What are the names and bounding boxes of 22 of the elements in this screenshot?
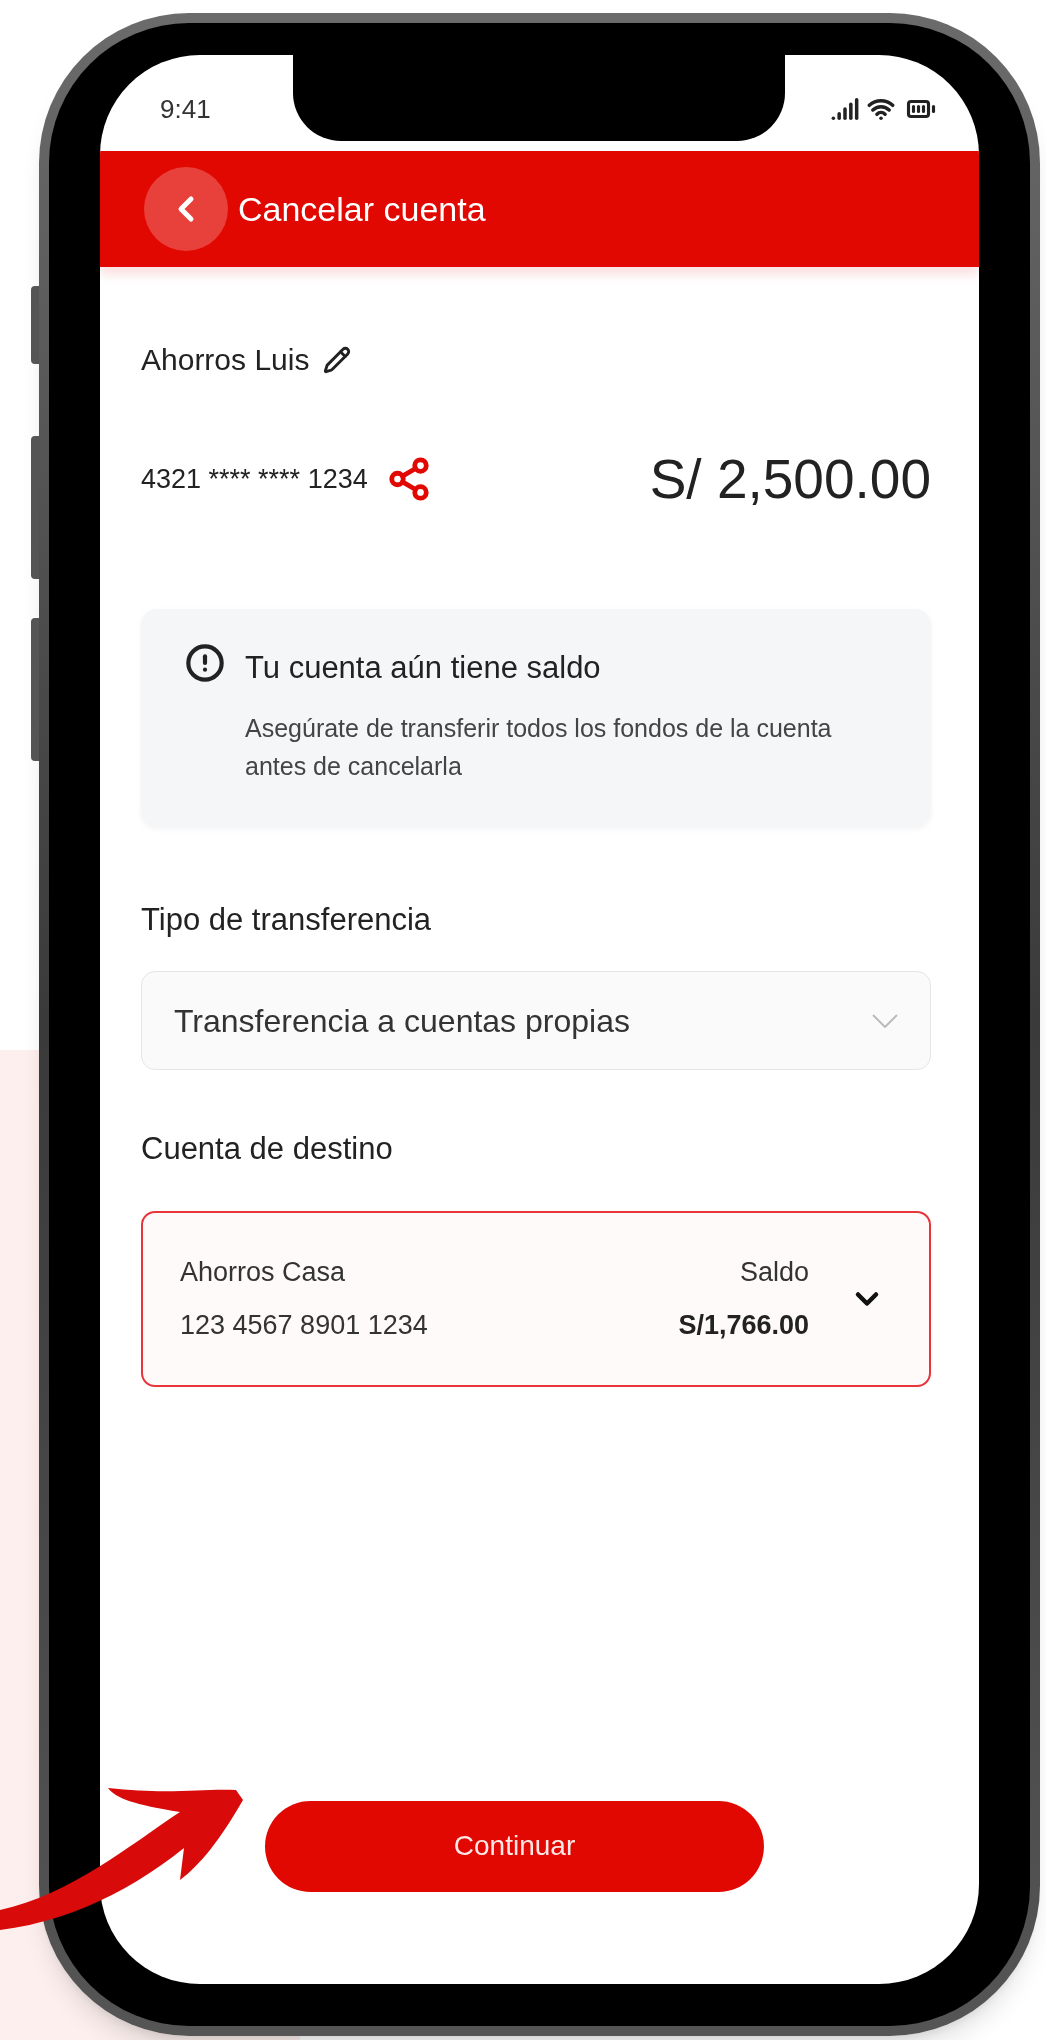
balance-label: Saldo [739, 1256, 809, 1289]
status-time: 9:41 [160, 92, 211, 126]
edit-button[interactable] [323, 345, 352, 374]
account-number: 4321 **** **** 1234 [141, 463, 368, 496]
chevron-down-icon [872, 1013, 898, 1028]
alert-title: Tu cuenta aún tiene saldo [245, 648, 602, 687]
transfer-type-value: Transferencia a cuentas propias [174, 1001, 630, 1041]
destination-balance: S/1,766.00 [678, 1308, 809, 1342]
signal-icon [831, 95, 859, 123]
header-title: Cancelar cuenta [238, 188, 486, 230]
transfer-type-select[interactable]: Transferencia a cuentas propias [141, 971, 931, 1070]
destination-account-number: 123 4567 8901 1234 [180, 1308, 429, 1342]
account-balance: S/ 2,500.00 [649, 447, 931, 512]
destination-account-name: Ahorros Casa [180, 1256, 347, 1289]
alert-icon [185, 642, 225, 683]
alert-message: Asegúrate de transferir todos los fondos de la cuenta antes de cancelarla [245, 713, 833, 782]
transfer-type-label: Tipo de transferencia [141, 900, 433, 939]
destination-account-card[interactable]: Ahorros Casa 123 4567 8901 1234 Saldo S/1,766.00 [141, 1210, 931, 1387]
continue-button[interactable]: Continuar [265, 1800, 764, 1892]
account-name: Ahorros Luis [141, 342, 310, 378]
destination-label: Cuenta de destino [141, 1130, 394, 1168]
pencil-icon [323, 345, 352, 374]
